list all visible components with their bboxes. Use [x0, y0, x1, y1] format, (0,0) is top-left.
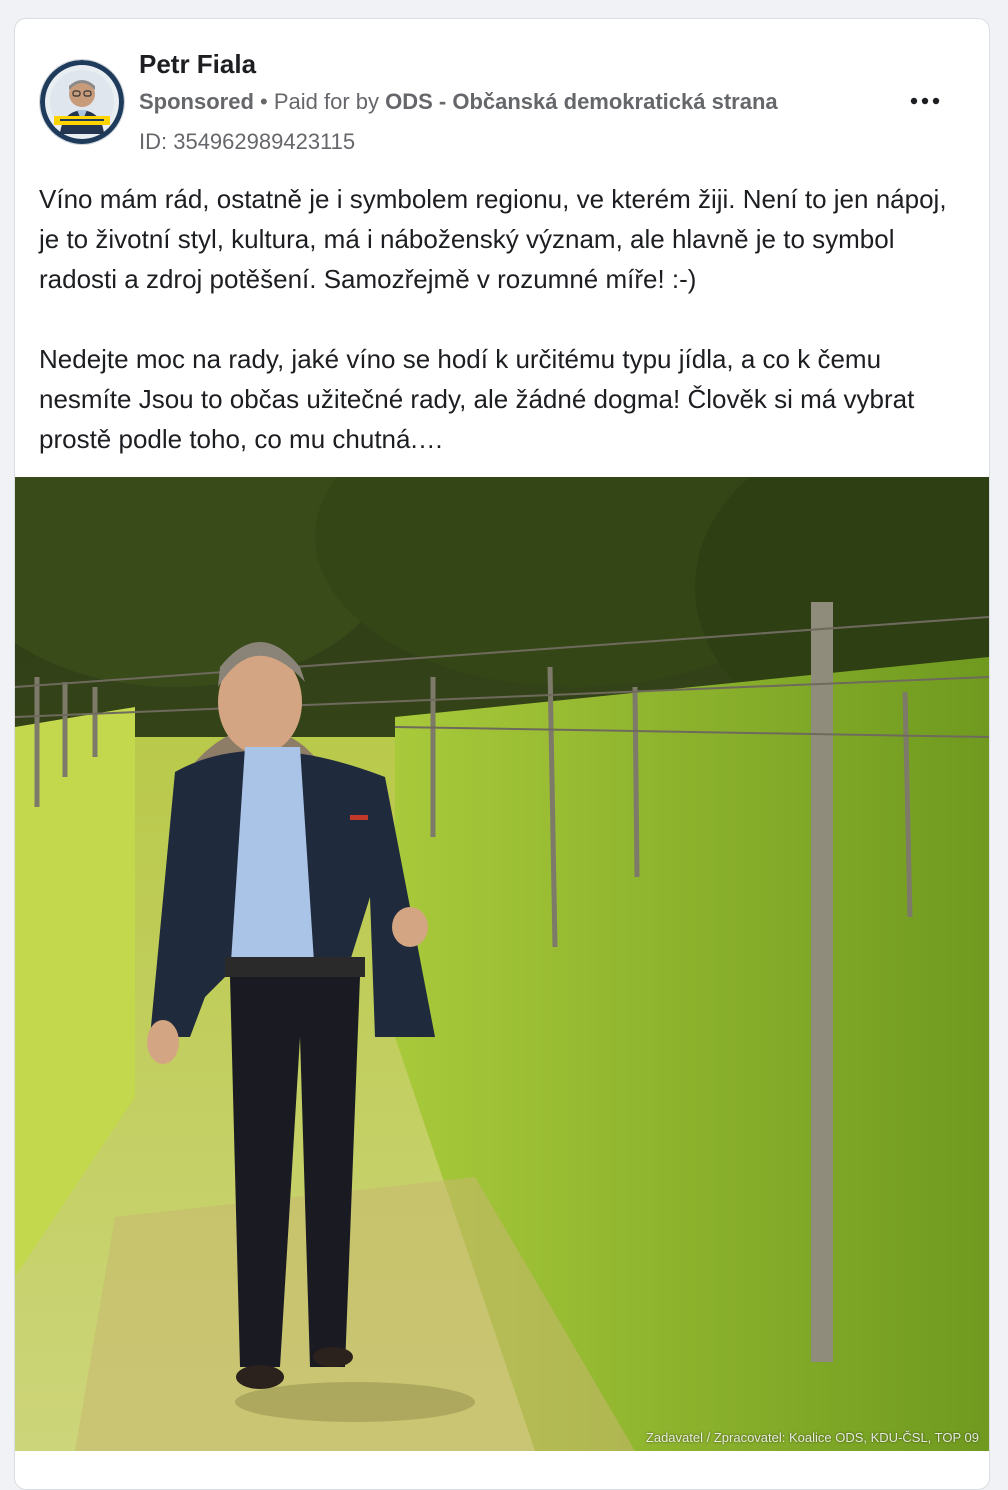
ad-body-text: Víno mám rád, ostatně je i symbolem regi… — [39, 179, 969, 459]
paid-for-prefix: • Paid for by — [253, 89, 386, 114]
ad-header: Petr Fiala Sponsored • Paid for by ODS -… — [15, 19, 989, 169]
ad-paragraph-2: Nedejte moc na rady, jaké víno se hodí k… — [39, 344, 915, 454]
more-horizontal-icon — [910, 97, 940, 105]
ad-paragraph-1: Víno mám rád, ostatně je i symbolem regi… — [39, 184, 947, 294]
advertiser-avatar[interactable] — [39, 59, 125, 145]
payer-name[interactable]: ODS - Občanská demokratická strana — [385, 89, 778, 114]
vineyard-photo — [15, 477, 989, 1451]
ad-id: ID: 354962989423115 — [139, 129, 356, 154]
advertiser-name[interactable]: Petr Fiala — [139, 49, 256, 80]
image-credit: Zadavatel / Zpracovatel: Koalice ODS, KD… — [645, 1430, 979, 1445]
ad-image[interactable]: Zadavatel / Zpracovatel: Koalice ODS, KD… — [15, 477, 989, 1451]
ad-card: Petr Fiala Sponsored • Paid for by ODS -… — [14, 18, 990, 1490]
more-options-button[interactable] — [909, 89, 941, 113]
sponsored-line: Sponsored • Paid for by ODS - Občanská d… — [139, 89, 778, 115]
sponsored-label: Sponsored — [139, 89, 254, 114]
avatar-image — [40, 60, 124, 144]
